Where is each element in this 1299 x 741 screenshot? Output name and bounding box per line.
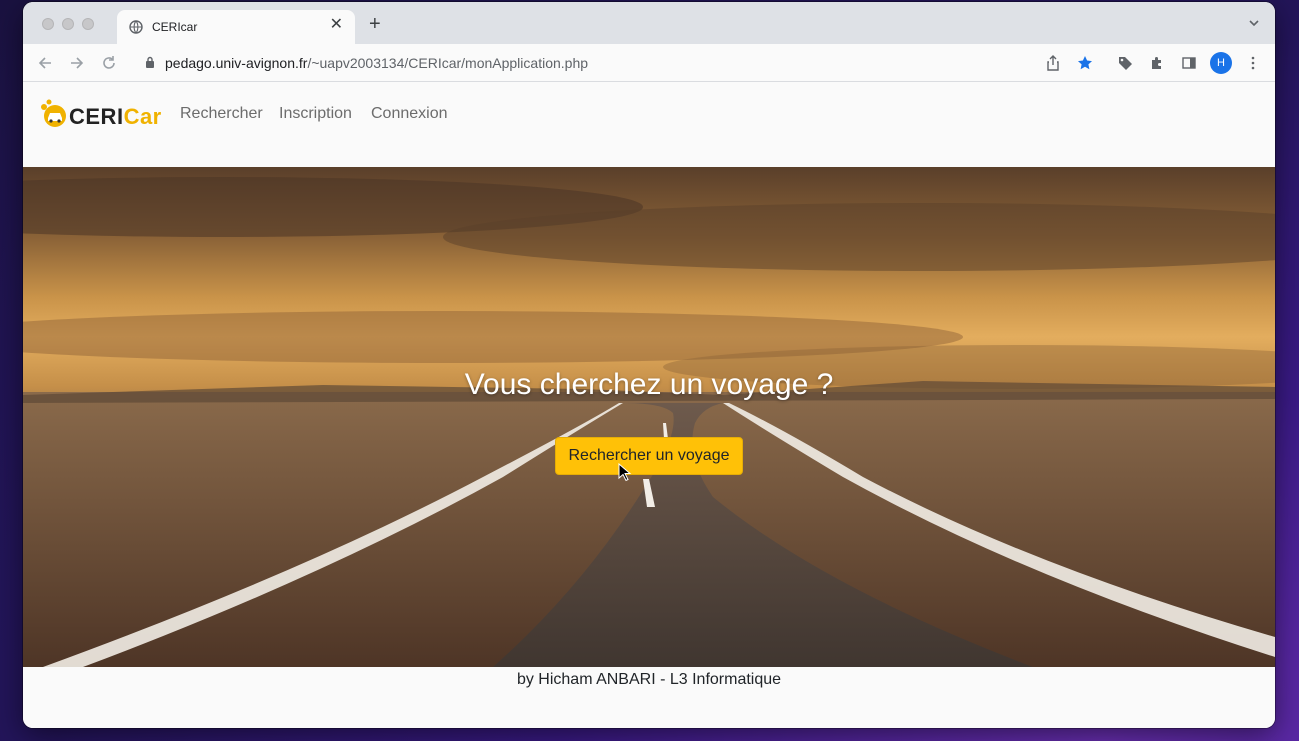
tab-strip: CERIcar ✕ + (23, 2, 1275, 44)
nav-link-rechercher[interactable]: Rechercher (180, 105, 263, 123)
new-tab-icon[interactable]: + (369, 14, 381, 34)
site-logo[interactable]: CERICar (40, 98, 162, 132)
extensions-icon[interactable] (1149, 55, 1165, 71)
hero-banner: Vous cherchez un voyage ? Rechercher un … (23, 167, 1275, 667)
logo-text-ceri: CERI (69, 104, 124, 129)
nav-link-connexion[interactable]: Connexion (371, 105, 448, 123)
profile-avatar[interactable]: H (1210, 52, 1232, 74)
share-icon[interactable] (1045, 55, 1061, 71)
url-path: /~uapv2003134/CERIcar/monApplication.php (307, 55, 589, 71)
tab-menu-icon[interactable] (1247, 16, 1261, 30)
side-panel-icon[interactable] (1181, 55, 1197, 71)
tab-title: CERIcar (152, 20, 198, 34)
reload-icon[interactable] (100, 54, 118, 72)
bookmark-star-icon[interactable] (1077, 55, 1093, 71)
lock-icon[interactable] (145, 56, 155, 69)
road-landscape-image (23, 177, 1275, 667)
back-icon[interactable] (36, 54, 54, 72)
zoom-window-button[interactable] (82, 18, 94, 30)
site-navbar: CERICar Rechercher Inscription Connexion (23, 83, 1275, 167)
address-toolbar: pedago.univ-avignon.fr/~uapv2003134/CERI… (23, 44, 1275, 82)
logo-text: CERICar (69, 104, 162, 130)
browser-tab[interactable]: CERIcar ✕ (117, 10, 355, 44)
web-page: CERICar Rechercher Inscription Connexion (23, 83, 1275, 728)
url-field[interactable]: pedago.univ-avignon.fr/~uapv2003134/CERI… (165, 55, 588, 71)
site-footer: by Hicham ANBARI - L3 Informatique (516, 671, 782, 688)
url-host: pedago.univ-avignon.fr (165, 55, 308, 71)
minimize-window-button[interactable] (62, 18, 74, 30)
car-logo-icon (41, 99, 66, 127)
close-window-button[interactable] (42, 18, 54, 30)
browser-window: CERIcar ✕ + pedago.univ-avignon.fr/~uapv… (23, 2, 1275, 728)
search-trip-button[interactable]: Rechercher un voyage (555, 437, 743, 475)
mouse-cursor-icon (618, 463, 632, 482)
logo-text-car: Car (123, 104, 162, 129)
globe-icon (129, 20, 143, 34)
close-icon[interactable]: ✕ (330, 17, 343, 33)
nav-link-inscription[interactable]: Inscription (279, 105, 352, 123)
kebab-menu-icon[interactable] (1245, 55, 1261, 71)
tag-icon[interactable] (1117, 55, 1133, 71)
hero-title: Vous cherchez un voyage ? (464, 368, 834, 401)
forward-icon[interactable] (68, 54, 86, 72)
